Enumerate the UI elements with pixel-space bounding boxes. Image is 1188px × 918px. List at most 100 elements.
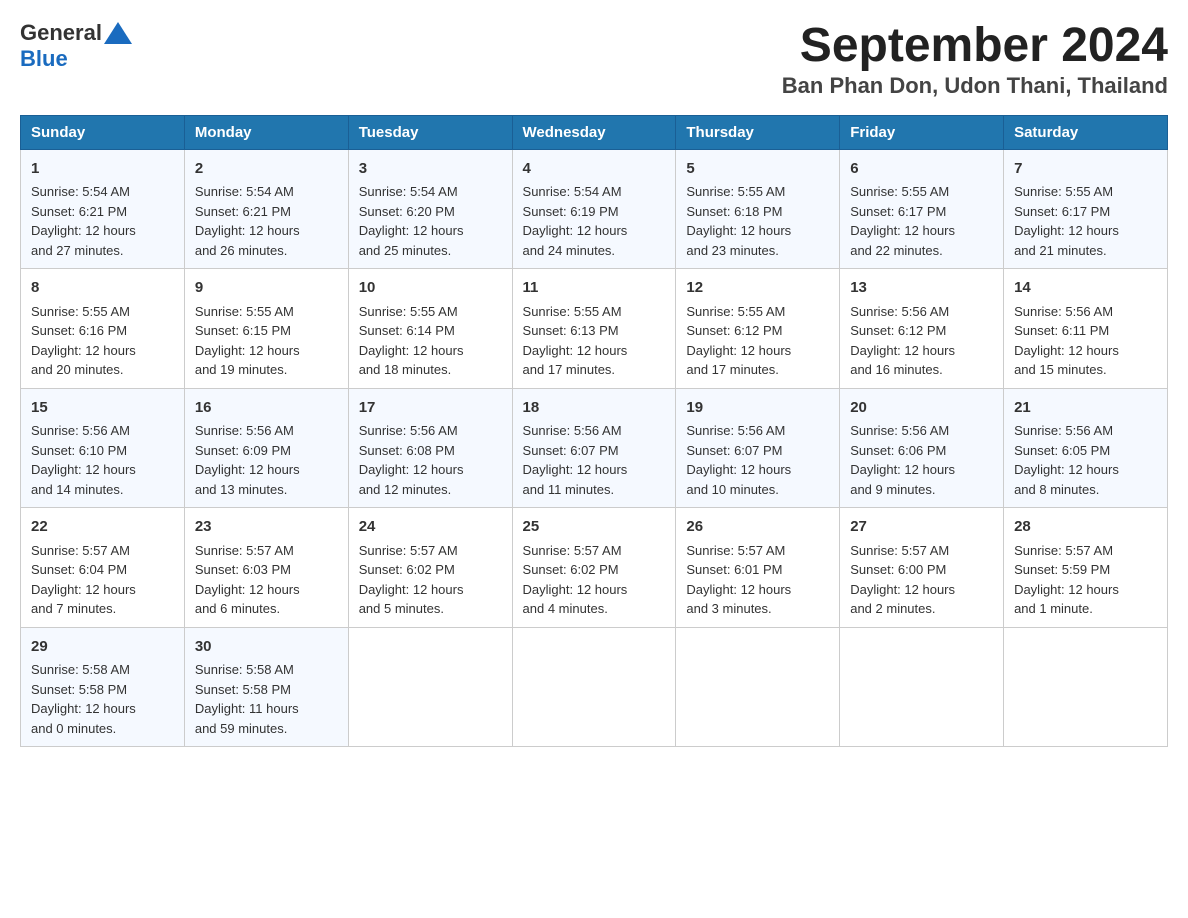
day-header-tuesday: Tuesday — [348, 115, 512, 149]
day-number: 15 — [31, 397, 174, 420]
sunset-text: Sunset: 6:07 PM — [523, 443, 619, 458]
sunset-text: Sunset: 6:07 PM — [686, 443, 782, 458]
day-number: 4 — [523, 158, 666, 181]
daylight-text: Daylight: 12 hoursand 25 minutes. — [359, 223, 464, 258]
week-row-2: 8 Sunrise: 5:55 AM Sunset: 6:16 PM Dayli… — [21, 269, 1168, 389]
calendar-cell: 21 Sunrise: 5:56 AM Sunset: 6:05 PM Dayl… — [1004, 388, 1168, 508]
calendar-cell: 14 Sunrise: 5:56 AM Sunset: 6:11 PM Dayl… — [1004, 269, 1168, 389]
sunset-text: Sunset: 6:02 PM — [523, 562, 619, 577]
calendar-cell: 10 Sunrise: 5:55 AM Sunset: 6:14 PM Dayl… — [348, 269, 512, 389]
sunrise-text: Sunrise: 5:56 AM — [1014, 304, 1113, 319]
calendar-title: September 2024 — [782, 20, 1168, 73]
logo-name: General Blue — [20, 20, 132, 71]
day-number: 24 — [359, 516, 502, 539]
sunrise-text: Sunrise: 5:57 AM — [523, 543, 622, 558]
calendar-cell — [840, 627, 1004, 747]
day-number: 11 — [523, 277, 666, 300]
sunset-text: Sunset: 6:10 PM — [31, 443, 127, 458]
sunset-text: Sunset: 6:05 PM — [1014, 443, 1110, 458]
sunrise-text: Sunrise: 5:57 AM — [31, 543, 130, 558]
day-header-saturday: Saturday — [1004, 115, 1168, 149]
daylight-text: Daylight: 12 hoursand 13 minutes. — [195, 462, 300, 497]
sunset-text: Sunset: 6:08 PM — [359, 443, 455, 458]
calendar-cell: 16 Sunrise: 5:56 AM Sunset: 6:09 PM Dayl… — [184, 388, 348, 508]
calendar-cell: 25 Sunrise: 5:57 AM Sunset: 6:02 PM Dayl… — [512, 508, 676, 628]
day-number: 13 — [850, 277, 993, 300]
calendar-cell: 22 Sunrise: 5:57 AM Sunset: 6:04 PM Dayl… — [21, 508, 185, 628]
calendar-cell: 18 Sunrise: 5:56 AM Sunset: 6:07 PM Dayl… — [512, 388, 676, 508]
sunrise-text: Sunrise: 5:56 AM — [686, 423, 785, 438]
calendar-cell: 4 Sunrise: 5:54 AM Sunset: 6:19 PM Dayli… — [512, 149, 676, 269]
daylight-text: Daylight: 12 hoursand 18 minutes. — [359, 343, 464, 378]
sunrise-text: Sunrise: 5:56 AM — [850, 423, 949, 438]
daylight-text: Daylight: 12 hoursand 6 minutes. — [195, 582, 300, 617]
daylight-text: Daylight: 12 hoursand 24 minutes. — [523, 223, 628, 258]
calendar-cell — [1004, 627, 1168, 747]
daylight-text: Daylight: 12 hoursand 4 minutes. — [523, 582, 628, 617]
sunset-text: Sunset: 6:03 PM — [195, 562, 291, 577]
calendar-cell: 2 Sunrise: 5:54 AM Sunset: 6:21 PM Dayli… — [184, 149, 348, 269]
day-number: 23 — [195, 516, 338, 539]
daylight-text: Daylight: 11 hoursand 59 minutes. — [195, 701, 299, 736]
calendar-cell: 24 Sunrise: 5:57 AM Sunset: 6:02 PM Dayl… — [348, 508, 512, 628]
logo-triangle-icon — [104, 22, 132, 44]
daylight-text: Daylight: 12 hoursand 8 minutes. — [1014, 462, 1119, 497]
title-block: September 2024 Ban Phan Don, Udon Thani,… — [782, 20, 1168, 99]
sunrise-text: Sunrise: 5:54 AM — [31, 184, 130, 199]
daylight-text: Daylight: 12 hoursand 22 minutes. — [850, 223, 955, 258]
day-number: 5 — [686, 158, 829, 181]
day-header-sunday: Sunday — [21, 115, 185, 149]
day-number: 19 — [686, 397, 829, 420]
sunrise-text: Sunrise: 5:57 AM — [686, 543, 785, 558]
calendar-cell: 5 Sunrise: 5:55 AM Sunset: 6:18 PM Dayli… — [676, 149, 840, 269]
daylight-text: Daylight: 12 hoursand 15 minutes. — [1014, 343, 1119, 378]
week-row-1: 1 Sunrise: 5:54 AM Sunset: 6:21 PM Dayli… — [21, 149, 1168, 269]
sunset-text: Sunset: 6:12 PM — [686, 323, 782, 338]
calendar-cell: 15 Sunrise: 5:56 AM Sunset: 6:10 PM Dayl… — [21, 388, 185, 508]
day-number: 1 — [31, 158, 174, 181]
sunset-text: Sunset: 6:18 PM — [686, 204, 782, 219]
calendar-cell — [676, 627, 840, 747]
sunset-text: Sunset: 6:11 PM — [1014, 323, 1109, 338]
daylight-text: Daylight: 12 hoursand 3 minutes. — [686, 582, 791, 617]
calendar-cell: 1 Sunrise: 5:54 AM Sunset: 6:21 PM Dayli… — [21, 149, 185, 269]
calendar-cell: 17 Sunrise: 5:56 AM Sunset: 6:08 PM Dayl… — [348, 388, 512, 508]
sunrise-text: Sunrise: 5:55 AM — [31, 304, 130, 319]
logo-text: General Blue — [20, 20, 132, 72]
day-number: 28 — [1014, 516, 1157, 539]
calendar-cell: 11 Sunrise: 5:55 AM Sunset: 6:13 PM Dayl… — [512, 269, 676, 389]
day-number: 22 — [31, 516, 174, 539]
daylight-text: Daylight: 12 hoursand 10 minutes. — [686, 462, 791, 497]
sunrise-text: Sunrise: 5:54 AM — [523, 184, 622, 199]
day-number: 18 — [523, 397, 666, 420]
sunset-text: Sunset: 6:04 PM — [31, 562, 127, 577]
daylight-text: Daylight: 12 hoursand 5 minutes. — [359, 582, 464, 617]
calendar-cell: 3 Sunrise: 5:54 AM Sunset: 6:20 PM Dayli… — [348, 149, 512, 269]
calendar-table: SundayMondayTuesdayWednesdayThursdayFrid… — [20, 115, 1168, 748]
day-number: 14 — [1014, 277, 1157, 300]
day-number: 20 — [850, 397, 993, 420]
sunrise-text: Sunrise: 5:55 AM — [359, 304, 458, 319]
calendar-subtitle: Ban Phan Don, Udon Thani, Thailand — [782, 73, 1168, 99]
week-row-5: 29 Sunrise: 5:58 AM Sunset: 5:58 PM Dayl… — [21, 627, 1168, 747]
calendar-cell — [348, 627, 512, 747]
daylight-text: Daylight: 12 hoursand 7 minutes. — [31, 582, 136, 617]
daylight-text: Daylight: 12 hoursand 26 minutes. — [195, 223, 300, 258]
daylight-text: Daylight: 12 hoursand 1 minute. — [1014, 582, 1119, 617]
sunset-text: Sunset: 6:09 PM — [195, 443, 291, 458]
calendar-cell: 13 Sunrise: 5:56 AM Sunset: 6:12 PM Dayl… — [840, 269, 1004, 389]
sunrise-text: Sunrise: 5:57 AM — [195, 543, 294, 558]
daylight-text: Daylight: 12 hoursand 23 minutes. — [686, 223, 791, 258]
sunrise-text: Sunrise: 5:57 AM — [1014, 543, 1113, 558]
day-number: 27 — [850, 516, 993, 539]
sunset-text: Sunset: 6:00 PM — [850, 562, 946, 577]
sunrise-text: Sunrise: 5:55 AM — [686, 184, 785, 199]
sunrise-text: Sunrise: 5:55 AM — [1014, 184, 1113, 199]
day-number: 29 — [31, 636, 174, 659]
calendar-cell: 8 Sunrise: 5:55 AM Sunset: 6:16 PM Dayli… — [21, 269, 185, 389]
sunset-text: Sunset: 6:21 PM — [195, 204, 291, 219]
sunset-text: Sunset: 6:01 PM — [686, 562, 782, 577]
calendar-cell: 12 Sunrise: 5:55 AM Sunset: 6:12 PM Dayl… — [676, 269, 840, 389]
sunrise-text: Sunrise: 5:54 AM — [195, 184, 294, 199]
day-number: 6 — [850, 158, 993, 181]
